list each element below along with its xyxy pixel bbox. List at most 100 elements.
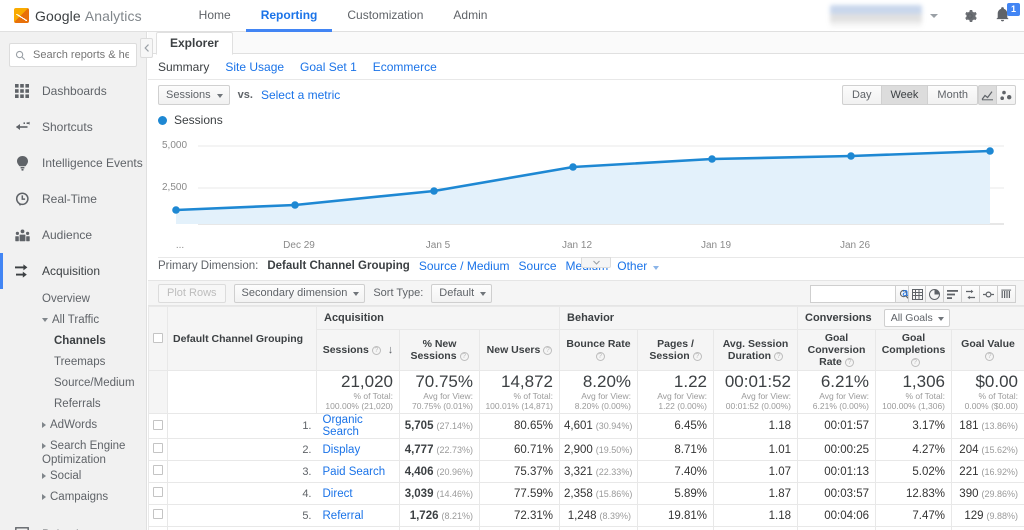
topnav-reporting[interactable]: Reporting: [245, 0, 333, 32]
sessions-chart[interactable]: 5,000 2,500 ... Dec 29 Jan 5 Jan 12 Jan …: [158, 134, 1024, 268]
all-goals-select[interactable]: All Goals: [883, 309, 950, 327]
table-search-input[interactable]: [810, 285, 895, 303]
sidebar-item-intelligence-events[interactable]: Intelligence Events: [0, 145, 146, 181]
sidebar-item-audience[interactable]: Audience: [0, 217, 146, 253]
table-row[interactable]: 5. Referral 1,726 (8.21%) 72.31% 1,248 (8.39%)…: [148, 504, 1024, 527]
help-icon[interactable]: ?: [910, 358, 920, 367]
column-pages-session[interactable]: Pages / Session?: [637, 329, 715, 371]
select-all-cell[interactable]: [148, 306, 168, 371]
granularity-month[interactable]: Month: [928, 85, 978, 105]
comparison-view-icon[interactable]: [962, 285, 980, 303]
row-checkbox-cell[interactable]: [148, 526, 168, 530]
granularity-week[interactable]: Week: [881, 85, 929, 105]
column-goal-completions[interactable]: Goal Completions?: [875, 329, 953, 371]
row-checkbox-cell[interactable]: [148, 482, 168, 505]
table-row[interactable]: 4. Direct 3,039 (14.46%) 77.59% 2,358 (15.86%)…: [148, 482, 1024, 505]
dimension-header[interactable]: Default Channel Grouping: [167, 306, 317, 371]
sidebar-collapse-button[interactable]: [140, 38, 153, 58]
search-input[interactable]: [31, 48, 131, 62]
tab-explorer[interactable]: Explorer: [156, 32, 233, 55]
row-checkbox-cell[interactable]: [148, 438, 168, 461]
sidebar-item-acquisition[interactable]: Acquisition: [0, 253, 146, 289]
scrubber-handle[interactable]: [581, 257, 611, 268]
column-goal-value[interactable]: Goal Value?: [951, 329, 1024, 371]
row-channel-name[interactable]: Display: [316, 438, 400, 461]
metric-select[interactable]: Sessions: [158, 85, 230, 105]
help-icon[interactable]: ?: [844, 358, 854, 367]
row-checkbox-cell[interactable]: [148, 460, 168, 483]
sort-descending-icon[interactable]: ↓: [388, 344, 394, 356]
select-a-metric-link[interactable]: Select a metric: [261, 88, 340, 102]
gear-icon[interactable]: [962, 8, 978, 24]
help-icon[interactable]: ?: [985, 352, 995, 361]
sidebar-item-behavior[interactable]: Behavior: [0, 516, 146, 530]
help-icon[interactable]: ?: [459, 352, 469, 361]
subtab-ecommerce[interactable]: Ecommerce: [373, 60, 437, 74]
sidebar-subitem-channels[interactable]: Channels: [0, 331, 146, 352]
row-checkbox-cell[interactable]: [148, 504, 168, 527]
sidebar-item-real-time[interactable]: Real-Time: [0, 181, 146, 217]
row-channel-name[interactable]: Direct: [316, 482, 400, 505]
column-new-users[interactable]: New Users?: [478, 329, 561, 371]
pivot-view-icon[interactable]: [980, 285, 998, 303]
subtab-summary[interactable]: Summary: [158, 60, 209, 74]
bell-icon[interactable]: 1: [994, 2, 1020, 26]
help-icon[interactable]: ?: [774, 352, 784, 361]
row-checkbox[interactable]: [153, 487, 163, 497]
chevron-down-icon[interactable]: [930, 13, 938, 18]
column-avg-session-duration[interactable]: Avg. Session Duration?: [713, 329, 799, 371]
table-row[interactable]: 2. Display 4,777 (22.73%) 60.71% 2,900 (19.50%…: [148, 438, 1024, 461]
sidebar-subgroup-campaigns[interactable]: Campaigns: [0, 487, 146, 508]
topnav-admin[interactable]: Admin: [438, 0, 502, 32]
table-row[interactable]: 1. Organic Search 5,705 (27.14%) 80.65% 4,601…: [148, 413, 1024, 439]
secondary-dimension-button[interactable]: Secondary dimension: [233, 283, 366, 303]
table-row[interactable]: 6.(Other)800(3.81%)14.62%117(0.79%)7.25%…: [148, 526, 1024, 530]
topnav-home[interactable]: Home: [184, 0, 246, 32]
sidebar-subitem-referrals[interactable]: Referrals: [0, 394, 146, 415]
row-checkbox[interactable]: [153, 419, 163, 430]
row-channel-name[interactable]: Referral: [316, 504, 400, 527]
row-checkbox[interactable]: [153, 465, 163, 475]
row-channel-name[interactable]: Organic Search: [316, 413, 400, 439]
pie-view-icon[interactable]: [926, 285, 944, 303]
column-sessions[interactable]: Sessions? ↓: [316, 329, 400, 371]
granularity-day[interactable]: Day: [841, 85, 882, 105]
sidebar-subitem-treemaps[interactable]: Treemaps: [0, 352, 146, 373]
plot-rows-button[interactable]: Plot Rows: [158, 283, 226, 303]
sidebar-item-shortcuts[interactable]: Shortcuts: [0, 109, 146, 145]
row-channel-name[interactable]: (Other): [316, 526, 400, 530]
row-checkbox[interactable]: [153, 443, 163, 453]
help-icon[interactable]: ?: [371, 346, 381, 355]
bar-view-icon[interactable]: [944, 285, 962, 303]
column-new-sessions[interactable]: % New Sessions?: [399, 329, 480, 371]
row-channel-name[interactable]: Paid Search: [316, 460, 400, 483]
table-view-icon[interactable]: [908, 285, 926, 303]
help-icon[interactable]: ?: [595, 352, 605, 361]
scatter-chart-icon[interactable]: [997, 85, 1016, 105]
line-chart-icon[interactable]: [978, 85, 997, 105]
search-reports-box[interactable]: [9, 43, 137, 67]
sidebar-item-dashboards[interactable]: Dashboards: [0, 73, 146, 109]
column-goal-conversion-rate[interactable]: Goal Conversion Rate?: [797, 329, 877, 371]
performance-view-icon[interactable]: [998, 285, 1016, 303]
chart-scrubber[interactable]: [158, 257, 1024, 268]
subtab-site-usage[interactable]: Site Usage: [225, 60, 284, 74]
row-checkbox-cell[interactable]: [148, 413, 168, 439]
subtab-goal-set-1[interactable]: Goal Set 1: [300, 60, 357, 74]
account-selector[interactable]: [830, 4, 922, 27]
sidebar-subgroup-all-traffic[interactable]: All Traffic: [0, 310, 146, 331]
help-icon[interactable]: ?: [692, 352, 702, 361]
help-icon[interactable]: ?: [543, 346, 553, 355]
topnav-customization[interactable]: Customization: [332, 0, 438, 32]
column-bounce-rate[interactable]: Bounce Rate?: [559, 329, 639, 371]
table-row[interactable]: 3. Paid Search 4,406 (20.96%) 75.37% 3,321 (22…: [148, 460, 1024, 483]
select-all-checkbox[interactable]: [153, 332, 163, 343]
google-analytics-logo[interactable]: Google Analytics: [14, 8, 142, 24]
row-checkbox[interactable]: [153, 509, 163, 519]
sidebar-subitem-source-medium[interactable]: Source/Medium: [0, 373, 146, 394]
sidebar-subgroup-adwords[interactable]: AdWords: [0, 415, 146, 436]
sidebar-subitem-overview[interactable]: Overview: [0, 289, 146, 310]
sidebar-subgroup-seo[interactable]: Search Engine Optimization: [0, 436, 146, 466]
sidebar-subgroup-social[interactable]: Social: [0, 466, 146, 487]
sort-type-select[interactable]: Default: [431, 283, 493, 303]
